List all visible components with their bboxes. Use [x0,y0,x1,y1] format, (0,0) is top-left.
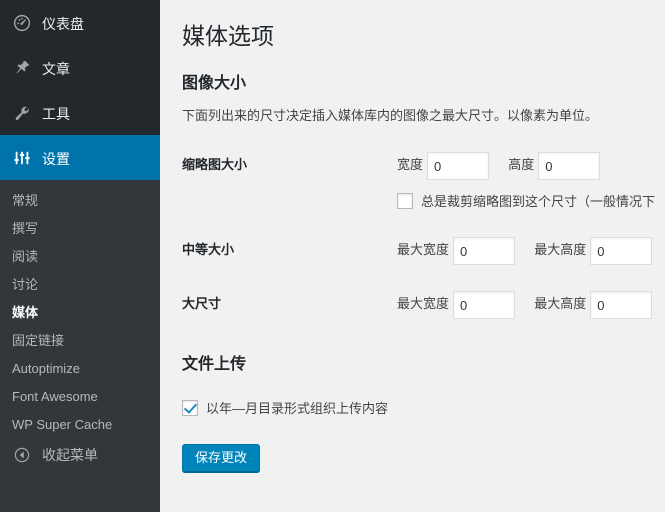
medium-width-input[interactable] [453,237,516,265]
page-title: 媒体选项 [182,23,274,49]
sidebar-item-label: 文章 [42,60,70,77]
uploading-files-heading: 文件上传 [182,356,247,373]
thumbnail-crop-row: 总是裁剪缩略图到这个尺寸（一般情况下 [397,192,657,211]
dashboard-gauge-icon [10,12,34,34]
sidebar-item-dashboard[interactable]: 仪表盘 [0,0,160,45]
collapse-menu-label: 收起菜单 [42,447,98,463]
sidebar-item-label: 设置 [42,150,70,167]
table-row-large-size: 大尺寸 最大宽度 最大高度 [182,278,665,332]
submenu-item-autoptimize[interactable]: Autoptimize [0,355,160,383]
organize-uploads-label: 以年—月目录形式组织上传内容 [206,401,389,416]
submenu-item-permalinks[interactable]: 固定链接 [0,327,160,355]
organize-uploads-checkbox[interactable] [182,400,198,416]
row-fields-medium-size: 最大宽度 最大高度 [397,224,665,278]
sidebar-item-label: 工具 [42,105,70,122]
submenu-item-media[interactable]: 媒体 [0,299,160,327]
collapse-arrow-left-icon [10,445,34,465]
large-width-input[interactable] [453,291,516,319]
row-fields-thumbnail-size: 宽度 高度 总是裁剪缩略图到这个尺寸（一般情况下 [397,139,665,224]
large-height-input[interactable] [590,291,653,319]
table-row-thumbnail-size: 缩略图大小 宽度 高度 总是裁剪缩略图到这个尺寸（一般情况下 [182,139,665,224]
submenu-item-font-awesome[interactable]: Font Awesome [0,383,160,411]
sidebar-item-settings[interactable]: 设置 [0,135,168,180]
submenu-item-reading[interactable]: 阅读 [0,243,160,271]
large-height-label: 最大高度 [534,296,587,312]
thumbnail-height-label: 高度 [508,157,535,173]
submenu-item-discussion[interactable]: 讨论 [0,271,160,299]
media-settings-table: 缩略图大小 宽度 高度 总是裁剪缩略图到这个尺寸（一般情况下 中等大小 最大宽度 [182,139,665,332]
collapse-menu-button[interactable]: 收起菜单 [0,438,160,472]
admin-sidebar: 仪表盘 文章 工具 设置 常规 撰写 阅读 讨论 媒体 固定链接 Autopti… [0,0,168,512]
thumbnail-crop-checkbox[interactable] [397,193,413,209]
pushpin-icon [10,57,34,79]
sidebar-item-label: 仪表盘 [42,15,84,32]
thumbnail-height-input[interactable] [538,152,601,180]
medium-height-input[interactable] [590,237,653,265]
collapse-menu-area: 收起菜单 [0,432,160,512]
large-width-label: 最大宽度 [397,296,450,312]
table-row-medium-size: 中等大小 最大宽度 最大高度 [182,224,665,278]
main-content: 媒体选项 图像大小 下面列出来的尺寸决定插入媒体库内的图像之最大尺寸。以像素为单… [160,0,665,512]
sidebar-item-tools[interactable]: 工具 [0,90,160,135]
image-sizes-description: 下面列出来的尺寸决定插入媒体库内的图像之最大尺寸。以像素为单位。 [182,108,599,123]
wrench-icon [10,102,34,124]
thumbnail-width-input[interactable] [427,152,490,180]
image-sizes-heading: 图像大小 [182,75,247,92]
submenu-item-general[interactable]: 常规 [0,187,160,215]
thumbnail-crop-label: 总是裁剪缩略图到这个尺寸（一般情况下 [421,194,656,209]
row-label-medium-size: 中等大小 [182,242,235,257]
medium-width-label: 最大宽度 [397,242,450,258]
settings-submenu: 常规 撰写 阅读 讨论 媒体 固定链接 Autoptimize Font Awe… [0,180,160,447]
thumbnail-width-label: 宽度 [397,157,424,173]
row-fields-large-size: 最大宽度 最大高度 [397,278,665,332]
medium-height-label: 最大高度 [534,242,587,258]
organize-uploads-row: 以年—月目录形式组织上传内容 [182,398,665,418]
submenu-item-writing[interactable]: 撰写 [0,215,160,243]
sidebar-item-posts[interactable]: 文章 [0,45,160,90]
row-label-large-size: 大尺寸 [182,296,222,311]
save-changes-button[interactable]: 保存更改 [182,444,261,472]
row-label-thumbnail-size: 缩略图大小 [182,157,248,172]
sliders-icon [10,147,34,169]
